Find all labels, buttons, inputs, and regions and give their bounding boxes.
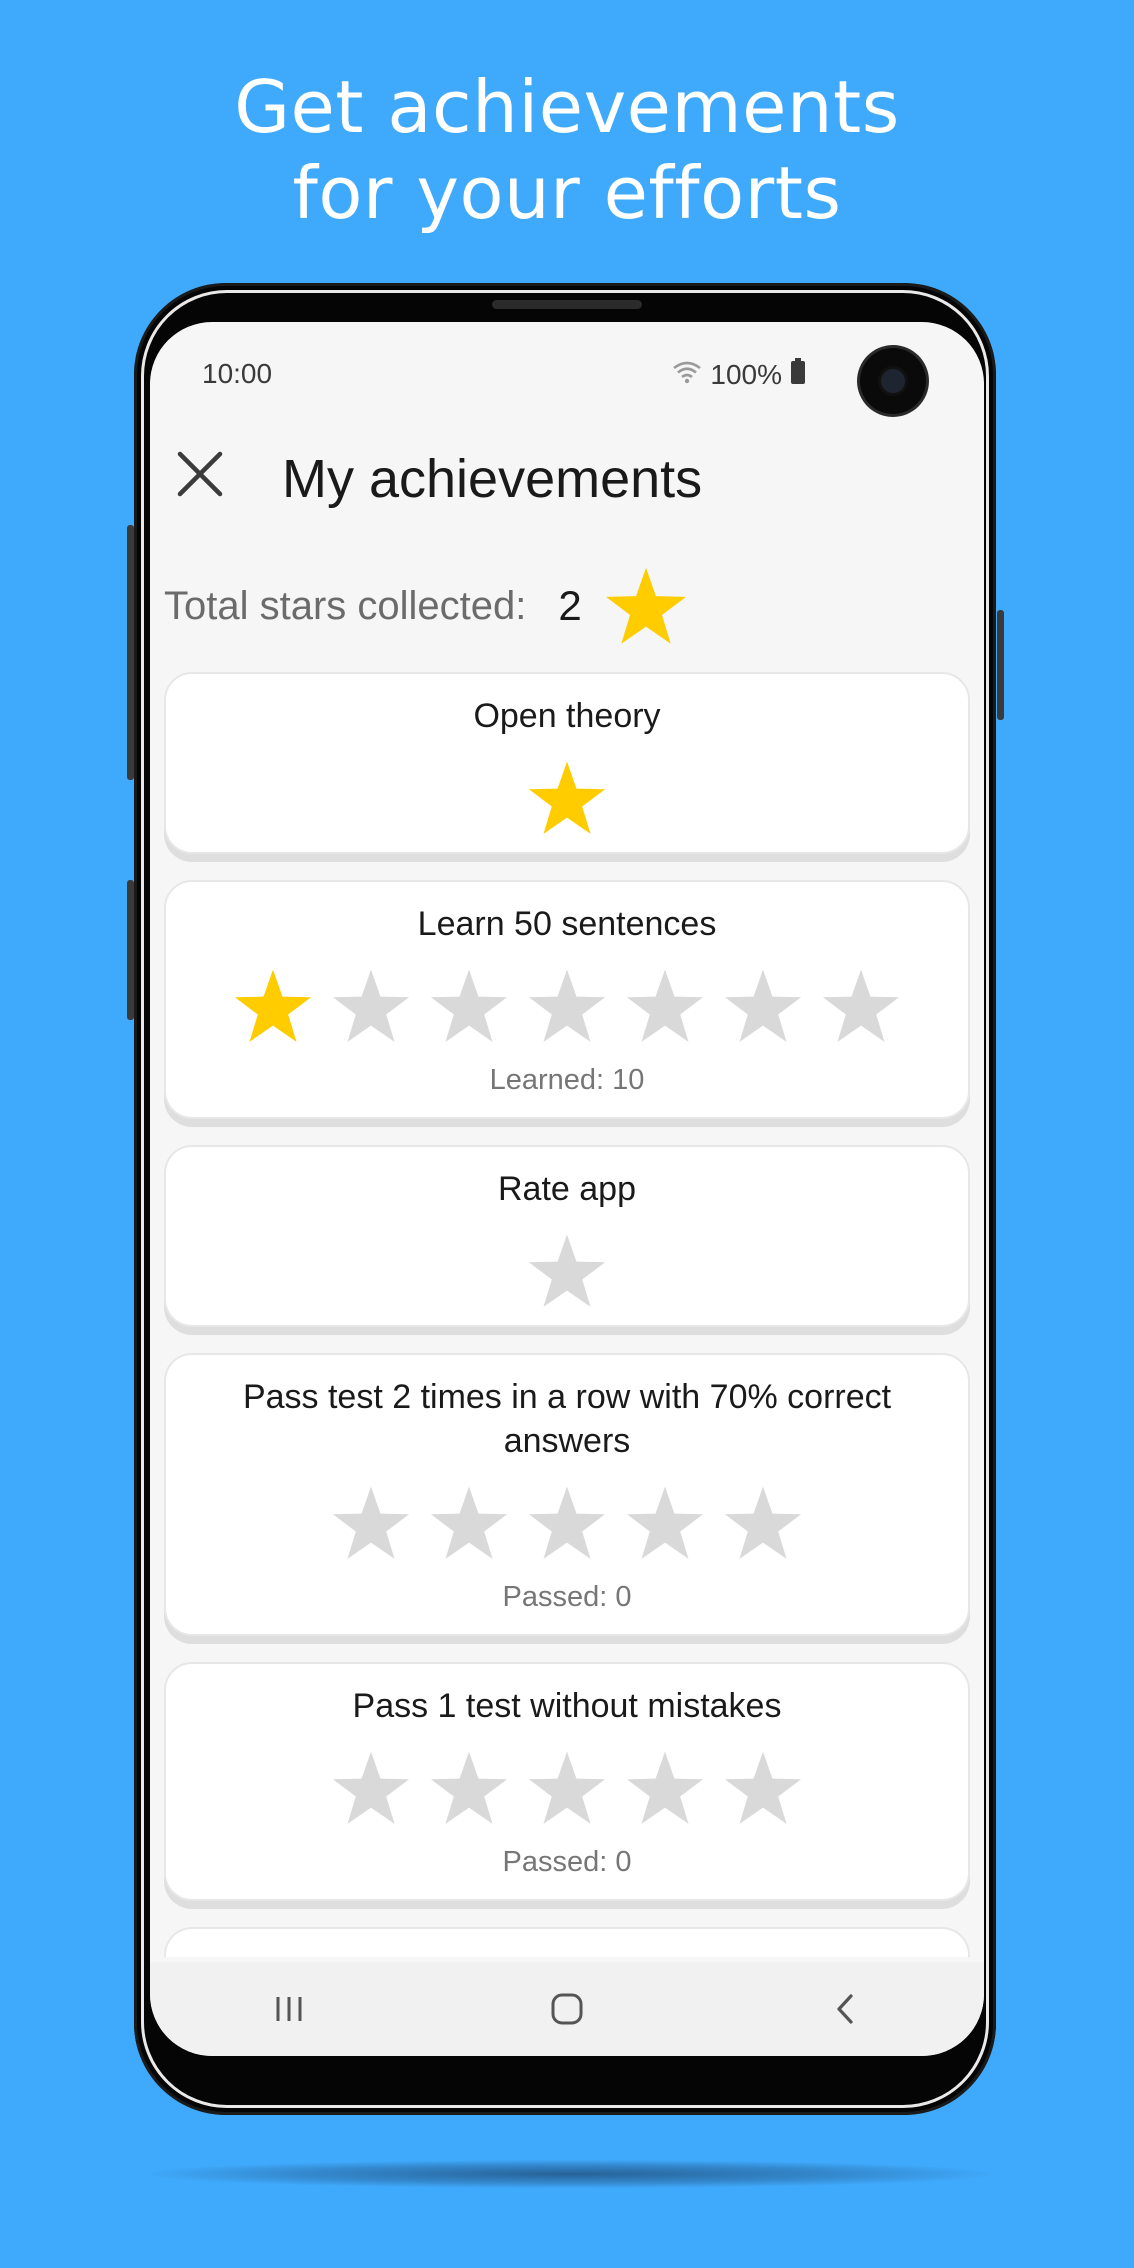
- achievement-card: Open theory: [164, 672, 970, 854]
- star-empty-icon: [724, 1751, 802, 1824]
- volume-button: [127, 525, 134, 780]
- star-empty-icon: [528, 1751, 606, 1824]
- star-empty-icon: [724, 969, 802, 1042]
- star-empty-icon: [332, 1751, 410, 1824]
- star-empty-icon: [822, 969, 900, 1042]
- recent-apps-icon: [276, 1997, 302, 2021]
- star-filled-icon: [528, 761, 606, 834]
- status-indicators: 100%: [672, 358, 806, 391]
- total-stars-count: 2: [558, 582, 582, 629]
- star-empty-icon: [332, 1486, 410, 1559]
- achievement-title: Rate app: [498, 1170, 636, 1208]
- back-button[interactable]: [815, 1979, 875, 2039]
- achievement-progress: Passed: 0: [502, 1581, 632, 1613]
- achievement-progress: Passed: 0: [502, 1846, 632, 1878]
- total-stars-summary: Total stars collected: 2: [164, 566, 688, 646]
- star-empty-icon: [626, 1751, 704, 1824]
- achievement-progress: Learned: 10: [489, 1064, 645, 1096]
- achievement-stars: [190, 966, 944, 1046]
- battery-icon: [790, 358, 806, 391]
- achievement-stars: [190, 758, 944, 838]
- headline-line-2: for your efforts: [292, 151, 842, 235]
- close-button[interactable]: [172, 446, 228, 502]
- achievement-title: Pass 1 test without mistakes: [352, 1687, 782, 1725]
- star-empty-icon: [430, 1486, 508, 1559]
- earpiece-speaker: [492, 300, 642, 309]
- star-empty-icon: [528, 1234, 606, 1307]
- star-empty-icon: [528, 1486, 606, 1559]
- achievement-list: Open theory Learn 50 sentences Learned: 10…: [164, 672, 970, 1957]
- star-empty-icon: [626, 1486, 704, 1559]
- star-empty-icon: [626, 969, 704, 1042]
- promo-headline: Get achievements for your efforts: [0, 64, 1134, 236]
- star-empty-icon: [528, 969, 606, 1042]
- achievement-card: Pass 1 test without mistakes Passed: 0: [164, 1662, 970, 1901]
- star-empty-icon: [724, 1486, 802, 1559]
- home-icon: [551, 1993, 583, 2025]
- page-title: My achievements: [282, 449, 703, 509]
- achievement-card: Pass test 2 times in a row with 70% corr…: [164, 1353, 970, 1636]
- star-empty-icon: [430, 969, 508, 1042]
- home-button[interactable]: [537, 1979, 597, 2039]
- battery-percent: 100%: [710, 358, 782, 390]
- total-stars-label: Total stars collected:: [164, 583, 527, 628]
- achievement-stars: [190, 1748, 944, 1828]
- phone-screen: 10:00 100% My achievements Total stars c…: [150, 322, 984, 2056]
- back-icon: [837, 1994, 853, 2024]
- star-empty-icon: [430, 1751, 508, 1824]
- headline-line-1: Get achievements: [234, 65, 900, 149]
- achievement-title: Pass test 2 times in a row with 70% corr…: [242, 1378, 892, 1460]
- power-button: [997, 610, 1004, 720]
- wifi-icon: [672, 359, 702, 391]
- bixby-button: [127, 880, 134, 1020]
- achievement-card-partial: [164, 1927, 970, 1957]
- achievement-card: Rate app: [164, 1145, 970, 1327]
- star-filled-icon: [234, 969, 312, 1042]
- achievement-title: Learn 50 sentences: [417, 905, 717, 943]
- achievement-title: Open theory: [473, 697, 661, 735]
- achievement-stars: [190, 1483, 944, 1563]
- star-empty-icon: [332, 969, 410, 1042]
- close-icon: [177, 451, 223, 497]
- navigation-bar: [150, 1962, 984, 2056]
- achievement-card: Learn 50 sentences Learned: 10: [164, 880, 970, 1119]
- phone-shadow: [150, 2160, 990, 2188]
- star-icon: [604, 566, 688, 646]
- status-time: 10:00: [202, 358, 273, 389]
- achievement-stars: [190, 1231, 944, 1311]
- recent-apps-button[interactable]: [259, 1979, 319, 2039]
- front-camera: [860, 348, 926, 414]
